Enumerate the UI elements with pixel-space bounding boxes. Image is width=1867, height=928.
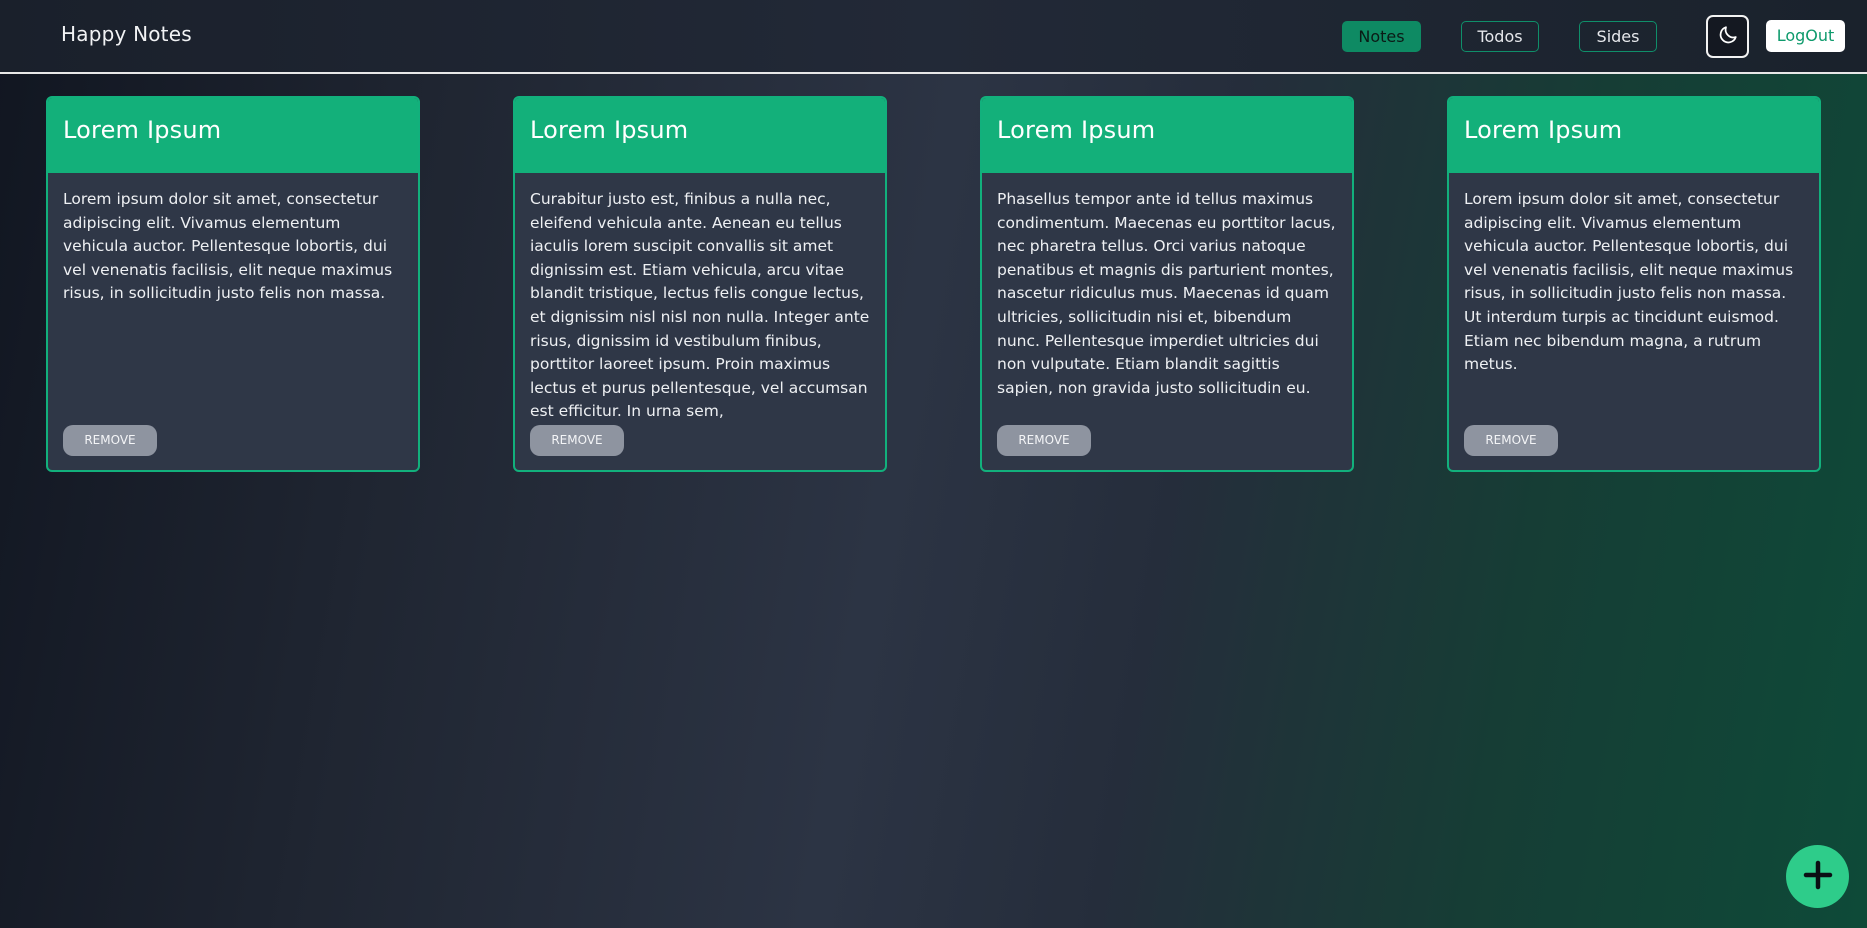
remove-note-button[interactable]: REMOVE	[63, 425, 157, 456]
nav-todos-button[interactable]: Todos	[1461, 21, 1539, 52]
note-title: Lorem Ipsum	[982, 98, 1352, 173]
remove-note-button[interactable]: REMOVE	[1464, 425, 1558, 456]
app-title: Happy Notes	[61, 22, 192, 46]
note-card: Lorem Ipsum Phasellus tempor ante id tel…	[980, 96, 1354, 472]
nav-sides-button[interactable]: Sides	[1579, 21, 1657, 52]
note-body: Lorem ipsum dolor sit amet, consectetur …	[63, 190, 393, 303]
note-body: Lorem ipsum dolor sit amet, consectetur …	[1464, 190, 1794, 374]
moon-icon	[1717, 24, 1739, 49]
note-body: Phasellus tempor ante id tellus maximus …	[997, 190, 1336, 397]
note-card: Lorem Ipsum Lorem ipsum dolor sit amet, …	[1447, 96, 1821, 472]
add-note-button[interactable]	[1786, 845, 1849, 908]
note-card: Lorem Ipsum Lorem ipsum dolor sit amet, …	[46, 96, 420, 472]
note-card: Lorem Ipsum Curabitur justo est, finibus…	[513, 96, 887, 472]
note-title: Lorem Ipsum	[515, 98, 885, 173]
plus-icon	[1803, 860, 1833, 893]
logout-button[interactable]: LogOut	[1766, 20, 1845, 52]
note-title: Lorem Ipsum	[48, 98, 418, 173]
nav-notes-button[interactable]: Notes	[1342, 21, 1421, 52]
remove-note-button[interactable]: REMOVE	[530, 425, 624, 456]
theme-toggle-button[interactable]	[1706, 15, 1749, 58]
top-navbar: Happy Notes Notes Todos Sides LogOut	[0, 0, 1867, 74]
note-title: Lorem Ipsum	[1449, 98, 1819, 173]
remove-note-button[interactable]: REMOVE	[997, 425, 1091, 456]
note-body: Curabitur justo est, finibus a nulla nec…	[530, 190, 870, 421]
